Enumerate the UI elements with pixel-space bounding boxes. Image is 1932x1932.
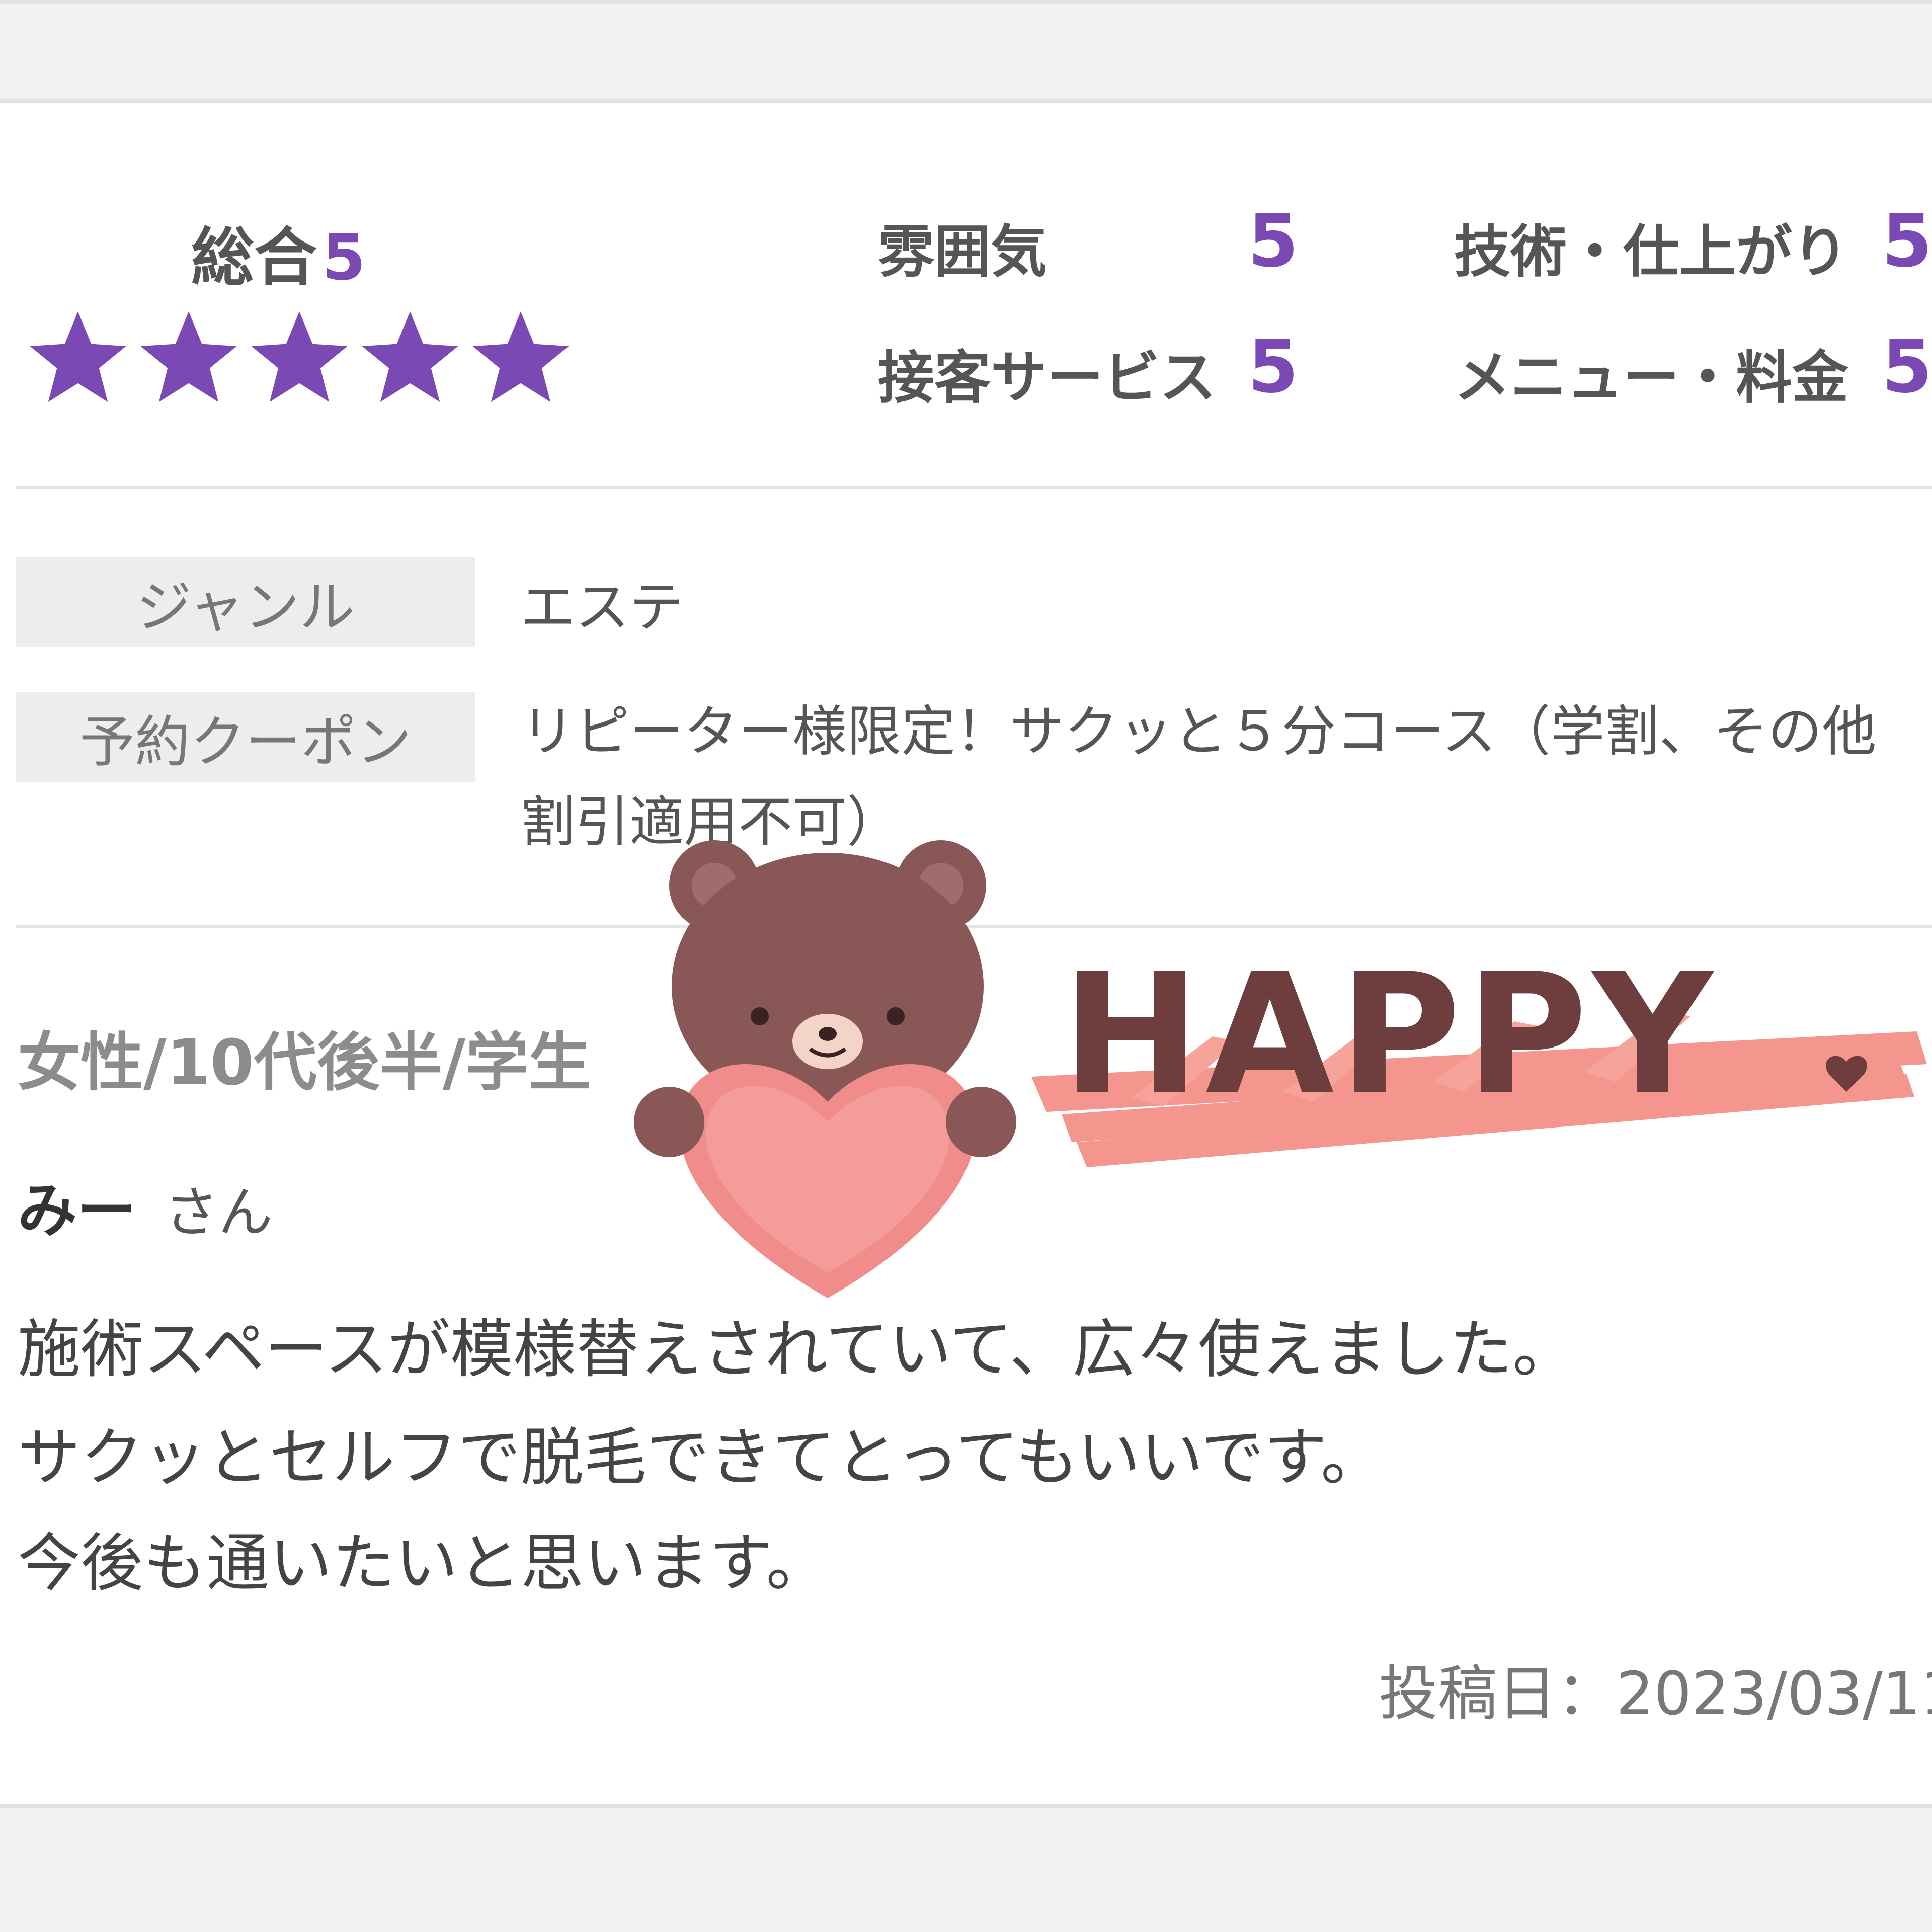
- category-score-menu-price: 5: [1882, 325, 1932, 410]
- category-label-service: 接客サービス: [878, 345, 1216, 411]
- genre-label: ジャンル: [16, 557, 475, 647]
- bear-holding-heart-icon: [634, 840, 1016, 1298]
- star-icon: [362, 311, 458, 403]
- category-score-atmosphere: 5: [1248, 199, 1299, 284]
- review-text-line: 施術スペースが模様替えされていて、広々使えました。: [18, 1313, 1576, 1386]
- star-icon: [251, 311, 348, 403]
- category-score-service: 5: [1248, 325, 1299, 410]
- review-text-line: サクッとセルフで脱毛できてとってもいいです。: [18, 1421, 1384, 1494]
- review-text-line: 今後も通いたいと思います。: [18, 1527, 829, 1600]
- overall-rating: 総合5: [191, 206, 366, 297]
- category-score-technique: 5: [1882, 199, 1932, 284]
- reviewer: みー さん: [18, 1162, 273, 1248]
- post-date: 投稿日：2023/03/11: [1379, 1659, 1932, 1728]
- category-label-technique: 技術・仕上がり: [1454, 219, 1848, 285]
- bottom-band: [0, 1804, 1932, 1932]
- star-icon: [140, 311, 237, 403]
- reviewer-name: みー: [18, 1176, 137, 1245]
- overall-score: 5: [322, 221, 366, 294]
- star-icon: [30, 311, 126, 403]
- reviewer-honorific: さん: [164, 1181, 273, 1244]
- genre-value: エステ: [521, 576, 684, 639]
- top-band: [0, 0, 1932, 103]
- category-label-atmosphere: 雰囲気: [878, 219, 1047, 285]
- reviewer-profile: 女性/10代後半/学生: [18, 1026, 592, 1099]
- happy-sticker: HAPPY: [1031, 946, 1927, 1167]
- sticker-text: HAPPY: [1062, 946, 1718, 1131]
- category-label-menu-price: メニュー・料金: [1454, 345, 1848, 411]
- star-rating: [23, 307, 576, 408]
- overall-label: 総合: [191, 221, 317, 294]
- star-icon: [472, 311, 569, 403]
- divider: [16, 486, 1932, 489]
- coupon-label: 予約クーポン: [16, 692, 475, 782]
